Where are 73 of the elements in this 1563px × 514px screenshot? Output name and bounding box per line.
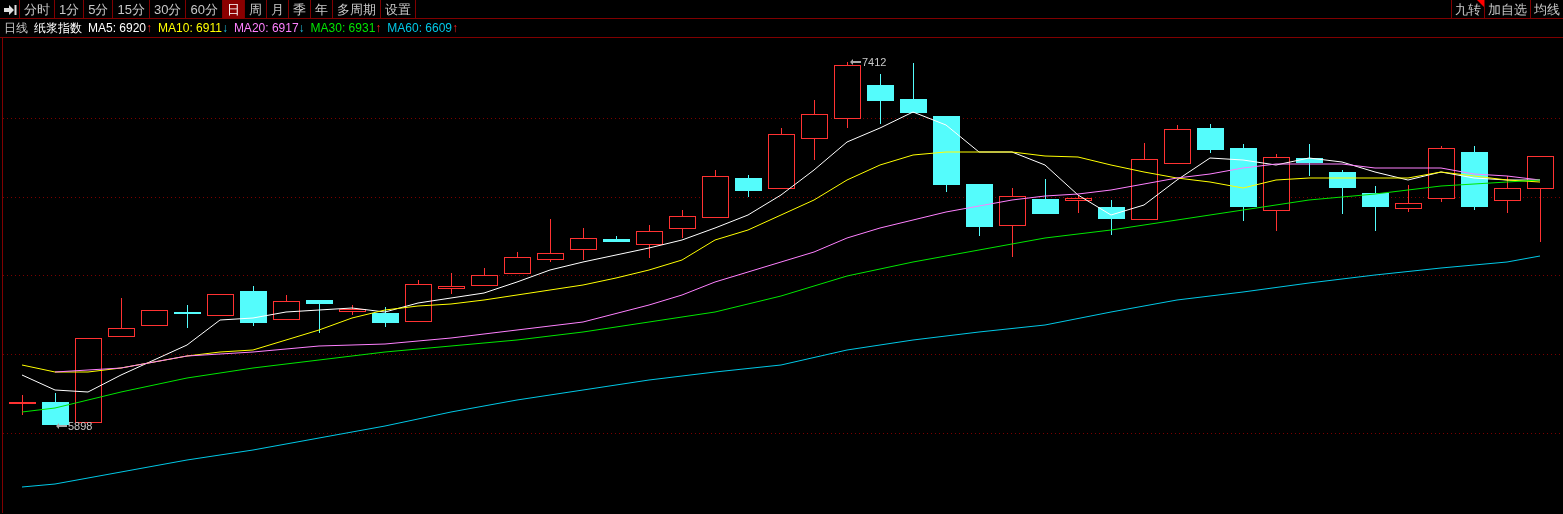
toolbar-button[interactable]: 加自选 — [1484, 0, 1530, 19]
period-tab[interactable]: 60分 — [186, 0, 223, 19]
candlestick — [372, 306, 399, 328]
indicator-value: MA30: 6931 — [310, 20, 376, 37]
period-tab[interactable]: 1分 — [55, 0, 85, 19]
candlestick — [603, 235, 630, 243]
candlestick — [240, 285, 267, 327]
low-price-label: 5898 — [56, 418, 93, 435]
indicator-value: MA20: 6917 — [233, 20, 299, 37]
period-tab[interactable]: 15分 — [113, 0, 150, 19]
trend-arrow: ↑ — [452, 20, 459, 37]
candlestick — [735, 174, 762, 198]
candlestick — [570, 227, 597, 261]
period-tab[interactable]: 年 — [310, 0, 333, 19]
trend-arrow: ↑ — [375, 20, 382, 37]
left-arrow-icon — [56, 423, 67, 430]
candlestick — [702, 169, 729, 218]
candlestick — [1329, 169, 1356, 215]
candlestick — [504, 251, 531, 274]
period-tab[interactable]: 季 — [288, 0, 311, 19]
period-tab[interactable]: 设置 — [380, 0, 416, 19]
candlestick — [141, 309, 168, 326]
trend-arrow: ↓ — [298, 20, 305, 37]
period-label: 日线 — [4, 20, 28, 37]
period-tab[interactable]: 月 — [266, 0, 289, 19]
candlestick — [1362, 185, 1389, 232]
candlestick — [834, 61, 861, 129]
candlestick — [768, 127, 795, 189]
candlestick — [1494, 175, 1521, 214]
indicator-value: MA5: 6920 — [88, 20, 147, 37]
indicator-value: MA60: 6609 — [387, 20, 453, 37]
candlestick — [1098, 199, 1125, 236]
candlestick — [174, 304, 201, 329]
candlestick — [1395, 184, 1422, 213]
candlestick — [867, 73, 894, 125]
candlestick — [108, 297, 135, 337]
period-tab[interactable]: 多周期 — [332, 0, 381, 19]
candlestick — [669, 209, 696, 239]
candlestick — [900, 62, 927, 114]
candlestick — [306, 299, 333, 334]
candlestick — [801, 99, 828, 161]
candlestick — [1296, 143, 1323, 177]
candlestick — [42, 392, 69, 426]
period-tab[interactable]: 30分 — [149, 0, 187, 19]
candlestick — [9, 394, 36, 416]
period-tab[interactable]: 分时 — [20, 0, 55, 19]
candlestick — [966, 183, 993, 237]
instrument-name: 纸浆指数 — [34, 20, 82, 37]
toolbar-button[interactable]: 九转 — [1451, 0, 1484, 19]
high-price-label: 7412 — [850, 54, 887, 71]
candlestick — [999, 187, 1026, 258]
candlestick — [537, 218, 564, 263]
left-arrow-icon — [850, 59, 861, 66]
candlestick — [339, 304, 366, 316]
candlestick — [636, 224, 663, 259]
candlestick — [438, 272, 465, 295]
candlestick — [1164, 124, 1191, 164]
trend-arrow: ↑ — [146, 20, 153, 37]
candlestick — [1032, 178, 1059, 215]
trend-arrow: ↓ — [221, 20, 228, 37]
candlestick — [1065, 194, 1092, 214]
candlestick — [405, 279, 432, 322]
indicator-value: MA10: 6911 — [158, 20, 222, 37]
period-tab[interactable]: 日 — [222, 0, 245, 19]
candlestick — [273, 294, 300, 320]
candlestick — [1428, 145, 1455, 203]
toolbar-button[interactable]: 均线 — [1530, 0, 1563, 19]
candlestick — [207, 293, 234, 316]
candlestick — [471, 267, 498, 286]
period-tab[interactable]: 周 — [244, 0, 267, 19]
period-tab[interactable]: 5分 — [84, 0, 114, 19]
candlestick — [1197, 123, 1224, 154]
arrow-to-bar-icon[interactable] — [2, 3, 17, 16]
